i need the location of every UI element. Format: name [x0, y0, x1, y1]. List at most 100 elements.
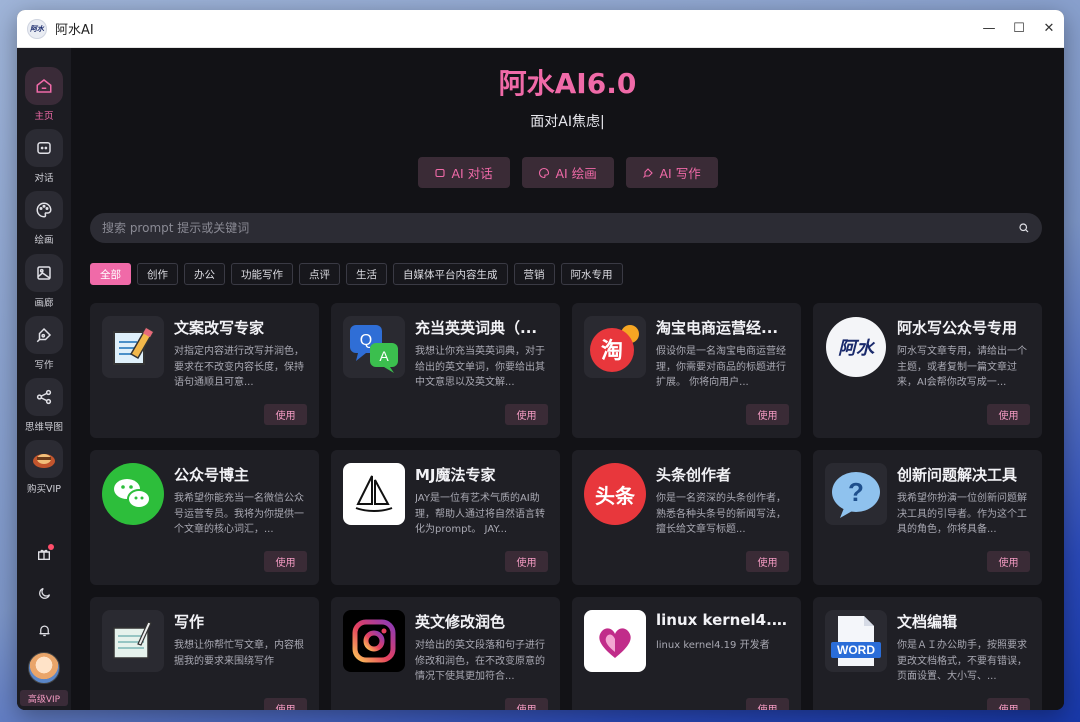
use-button[interactable]: 使用 — [505, 404, 548, 425]
prompt-card[interactable]: 头条 头条创作者 你是一名资深的头条创作者，熟悉各种头条号的新闻写法，擅长给文章… — [572, 450, 801, 585]
use-button[interactable]: 使用 — [505, 551, 548, 572]
card-description: 阿水写文章专用，请给出一个主题，或者复制一篇文章过来，AI会帮你改写成一... — [897, 346, 1027, 388]
pen-icon — [25, 316, 63, 354]
category-tags: 全部 创作 办公 功能写作 点评 生活 自媒体平台内容生成 营销 阿水专用 — [90, 263, 623, 285]
window-title: 阿水AI — [55, 23, 94, 38]
card-description: 对给出的英文段落和句子进行修改和润色，在不改变原意的情况下使其更加符合... — [415, 640, 545, 682]
sidebar-item-mindmap[interactable]: 思维导图 — [17, 378, 71, 433]
prompt-card[interactable]: 文案改写专家 对指定内容进行改写并润色，要求在不改变内容长度，保持语句通顺且可意… — [90, 303, 319, 438]
use-button[interactable]: 使用 — [987, 698, 1030, 710]
tag-functional-writing[interactable]: 功能写作 — [231, 263, 293, 285]
ai-chat-button[interactable]: AI 对话 — [417, 157, 510, 188]
card-description: linux kernel4.19 开发者 — [656, 640, 770, 651]
sailboat-icon — [343, 463, 405, 525]
maximize-button[interactable]: ☐ — [1004, 10, 1034, 48]
svg-text:头条: 头条 — [595, 484, 636, 508]
tag-marketing[interactable]: 营销 — [513, 263, 555, 285]
card-title: linux kernel4.19 — [656, 611, 792, 629]
prompt-card[interactable]: 公众号博主 我希望你能充当一名微信公众号运营专员。我将为你提供一个文章的核心词汇… — [90, 450, 319, 585]
tag-self-media[interactable]: 自媒体平台内容生成 — [393, 263, 508, 285]
search-bar — [90, 213, 1042, 243]
wechat-icon — [102, 463, 164, 525]
moon-icon[interactable] — [34, 583, 54, 603]
use-button[interactable]: 使用 — [746, 698, 789, 710]
sidebar-item-label: 思维导图 — [24, 422, 63, 433]
prompt-card-grid: 文案改写专家 对指定内容进行改写并润色，要求在不改变内容长度，保持语句通顺且可意… — [90, 303, 1042, 710]
prompt-card[interactable]: MJ魔法专家 JAY是一位有艺术气质的AI助理，帮助人通过将自然语言转化为pro… — [331, 450, 560, 585]
use-button[interactable]: 使用 — [505, 698, 548, 710]
prompt-card[interactable]: 英文修改润色 对给出的英文段落和句子进行修改和润色，在不改变原意的情况下使其更加… — [331, 597, 560, 710]
prompt-card[interactable]: 阿水 阿水写公众号专用 阿水写文章专用，请给出一个主题，或者复制一篇文章过来，A… — [813, 303, 1042, 438]
use-button[interactable]: 使用 — [264, 698, 307, 710]
prompt-card[interactable]: WORD 文档编辑 你是ＡＩ办公助手，按照要求更改文档格式，不要有错误，页面设置… — [813, 597, 1042, 710]
chat-icon — [434, 168, 445, 177]
tag-ashui[interactable]: 阿水专用 — [560, 263, 623, 285]
image-icon — [25, 254, 63, 292]
sidebar-item-draw[interactable]: 绘画 — [17, 191, 71, 246]
card-description: 我希望你能充当一名微信公众号运营专员。我将为你提供一个文章的核心词汇，... — [174, 493, 304, 535]
pen-icon — [642, 167, 653, 178]
svg-text:Q: Q — [360, 332, 372, 349]
sidebar-item-label: 写作 — [34, 360, 54, 371]
card-title: 文档编辑 — [897, 613, 958, 631]
toutiao-icon: 头条 — [584, 463, 646, 525]
card-title: 公众号博主 — [174, 466, 250, 484]
prompt-card[interactable]: 淘 淘宝电商运营经... 假设你是一名淘宝电商运营经理，你需要对商品的标题进行扩… — [572, 303, 801, 438]
title-bar: 阿水 阿水AI — ☐ ✕ — [17, 10, 1064, 48]
sidebar-item-gallery[interactable]: 画廊 — [17, 254, 71, 309]
ai-draw-button[interactable]: AI 绘画 — [521, 157, 614, 188]
avatar[interactable] — [28, 652, 60, 684]
palette-icon — [25, 191, 63, 229]
instagram-icon — [343, 610, 405, 672]
sidebar-item-write[interactable]: 写作 — [17, 316, 71, 371]
use-button[interactable]: 使用 — [987, 551, 1030, 572]
tag-create[interactable]: 创作 — [137, 263, 178, 285]
tag-office[interactable]: 办公 — [184, 263, 225, 285]
vip-badge[interactable]: 高级VIP — [20, 690, 68, 706]
page-title: 阿水AI6.0 — [498, 67, 637, 100]
prompt-card[interactable]: QA 充当英英词典（... 我想让你充当英英词典，对于给出的英文单词，你要给出其… — [331, 303, 560, 438]
use-button[interactable]: 使用 — [264, 551, 307, 572]
tag-review[interactable]: 点评 — [299, 263, 340, 285]
home-icon — [25, 67, 63, 105]
sidebar-item-buy-vip[interactable]: 购买VIP — [17, 440, 71, 495]
tag-life[interactable]: 生活 — [346, 263, 387, 285]
card-title: MJ魔法专家 — [415, 466, 496, 484]
card-title: 充当英英词典（... — [415, 319, 538, 337]
bell-icon[interactable] — [34, 620, 54, 640]
use-button[interactable]: 使用 — [264, 404, 307, 425]
tag-all[interactable]: 全部 — [90, 263, 131, 285]
taobao-icon: 淘 — [584, 316, 646, 378]
svg-text:A: A — [379, 348, 389, 364]
use-button[interactable]: 使用 — [987, 404, 1030, 425]
qa-bubbles-icon: QA — [343, 316, 405, 378]
card-description: 你是一名资深的头条创作者，熟悉各种头条号的新闻写法，擅长给文章写标题... — [656, 493, 786, 535]
svg-text:淘: 淘 — [601, 338, 623, 364]
use-button[interactable]: 使用 — [746, 404, 789, 425]
notebook-pen-icon — [102, 610, 164, 672]
pencil-note-icon — [102, 316, 164, 378]
sidebar-item-chat[interactable]: 对话 — [17, 129, 71, 184]
heart-logo-icon — [584, 610, 646, 672]
close-button[interactable]: ✕ — [1034, 10, 1064, 48]
card-description: 对指定内容进行改写并润色，要求在不改变内容长度，保持语句通顺且可意... — [174, 346, 304, 388]
card-description: 我想让你帮忙写文章，内容根据我的要求来围绕写作 — [174, 640, 304, 667]
sidebar-item-home[interactable]: 主页 — [17, 67, 71, 122]
minimize-button[interactable]: — — [974, 10, 1004, 48]
window-controls: — ☐ ✕ — [974, 10, 1064, 48]
ashui-logo-icon: 阿水 — [825, 316, 887, 378]
prompt-card[interactable]: ? 创新问题解决工具 我希望你扮演一位创新问题解决工具的引导者。作为这个工具的角… — [813, 450, 1042, 585]
ai-write-button[interactable]: AI 写作 — [625, 157, 718, 188]
card-description: JAY是一位有艺术气质的AI助理，帮助人通过将自然语言转化为prompt。 JA… — [415, 493, 545, 535]
use-button[interactable]: 使用 — [746, 551, 789, 572]
prompt-card[interactable]: 写作 我想让你帮忙写文章，内容根据我的要求来围绕写作 使用 — [90, 597, 319, 710]
card-title: 写作 — [174, 613, 205, 631]
search-icon[interactable] — [1018, 219, 1030, 238]
search-input[interactable] — [102, 221, 1018, 235]
card-title: 文案改写专家 — [174, 319, 265, 337]
card-title: 淘宝电商运营经... — [656, 319, 779, 337]
app-logo: 阿水 — [27, 18, 47, 39]
hero-buttons: AI 对话 AI 绘画 AI 写作 — [71, 157, 1064, 188]
prompt-card[interactable]: linux kernel4.19 linux kernel4.19 开发者 使用 — [572, 597, 801, 710]
gift-icon[interactable] — [34, 544, 54, 564]
